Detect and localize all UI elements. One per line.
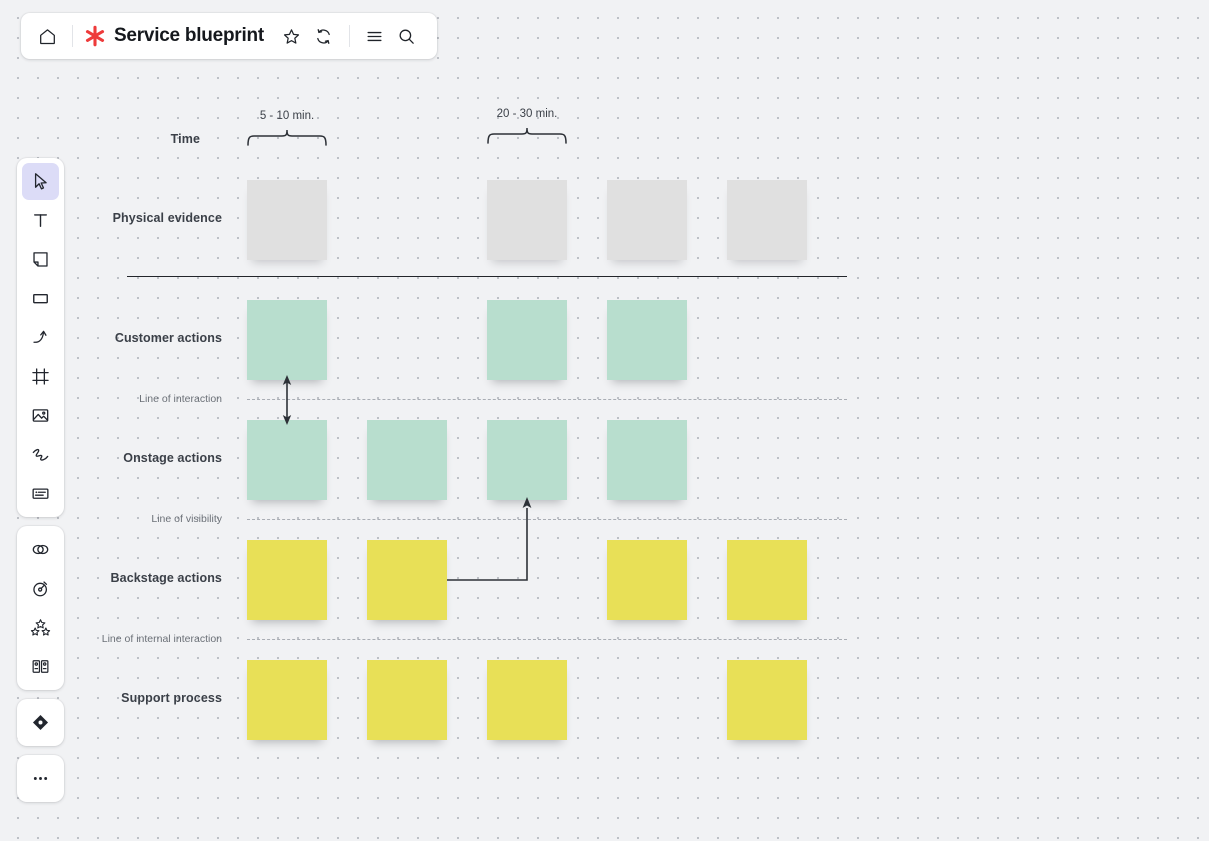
- frame-icon: [30, 366, 51, 387]
- text-tool[interactable]: [22, 202, 59, 239]
- time-span-bracket[interactable]: [247, 128, 327, 146]
- tool-group-apps: [17, 699, 64, 746]
- service-blueprint-app: Time 5 - 10 min. 20 - 30 min. Physical ev…: [0, 0, 1209, 841]
- cards-tool[interactable]: [22, 648, 59, 685]
- sticky-note[interactable]: [367, 660, 447, 740]
- favorite-button[interactable]: [276, 20, 308, 52]
- cursor-arrow-icon: [30, 171, 51, 192]
- voting-tool[interactable]: [22, 609, 59, 646]
- separator-line-internal[interactable]: [247, 639, 847, 640]
- search-icon: [397, 27, 416, 46]
- text-t-icon: [30, 210, 51, 231]
- row-label-backstage-actions: Backstage actions: [111, 571, 222, 585]
- sticky-note[interactable]: [247, 660, 327, 740]
- row-label-physical-evidence: Physical evidence: [113, 211, 222, 225]
- row-label-onstage-actions: Onstage actions: [123, 451, 222, 465]
- left-toolbar: [17, 158, 64, 802]
- asterisk-icon: [82, 23, 108, 49]
- select-tool[interactable]: [22, 163, 59, 200]
- shape-tool[interactable]: [22, 280, 59, 317]
- home-button[interactable]: [31, 20, 63, 52]
- hamburger-menu-icon: [365, 27, 384, 46]
- scribble-pen-icon: [30, 444, 51, 465]
- curved-arrow-icon: [30, 327, 51, 348]
- separator-label-line-of-visibility: Line of visibility: [151, 513, 222, 525]
- separator-line-of-visibility[interactable]: [247, 519, 847, 520]
- sticky-note[interactable]: [607, 420, 687, 500]
- sticky-note[interactable]: [367, 540, 447, 620]
- board-canvas[interactable]: [0, 0, 1209, 841]
- connector-customer-to-onstage[interactable]: [272, 374, 302, 426]
- sticky-note[interactable]: [367, 420, 447, 500]
- sticky-note[interactable]: [487, 180, 567, 260]
- timer-tool[interactable]: [22, 570, 59, 607]
- tool-group-create: [17, 158, 64, 517]
- sticky-note[interactable]: [487, 660, 567, 740]
- sticky-note[interactable]: [607, 180, 687, 260]
- time-span-label: 5 - 10 min.: [260, 110, 314, 122]
- sticky-note-icon: [30, 249, 51, 270]
- separator-label-line-of-interaction: Line of interaction: [139, 393, 222, 405]
- connector-tool[interactable]: [22, 319, 59, 356]
- sticky-note-tool[interactable]: [22, 241, 59, 278]
- sticky-note[interactable]: [247, 180, 327, 260]
- collaboration-tool[interactable]: [22, 531, 59, 568]
- sticky-note[interactable]: [727, 660, 807, 740]
- sticky-note[interactable]: [247, 540, 327, 620]
- ellipsis-icon: [30, 768, 51, 789]
- sync-button[interactable]: [308, 20, 340, 52]
- search-button[interactable]: [391, 20, 423, 52]
- image-tool[interactable]: [22, 397, 59, 434]
- rectangle-icon: [30, 288, 51, 309]
- tool-group-more: [17, 755, 64, 802]
- stars-vote-icon: [30, 617, 51, 638]
- venn-circles-icon: [30, 539, 51, 560]
- document-title[interactable]: Service blueprint: [114, 25, 264, 47]
- diamond-icon: [30, 712, 51, 733]
- stopwatch-icon: [30, 578, 51, 599]
- time-span-label: 20 - 30 min.: [497, 108, 558, 120]
- top-toolbar: Service blueprint: [21, 13, 437, 59]
- comment-card-icon: [30, 483, 51, 504]
- toolbar-divider-1: [72, 25, 73, 47]
- apps-tool[interactable]: [22, 704, 59, 741]
- home-icon: [38, 27, 57, 46]
- row-label-time: Time: [171, 132, 200, 146]
- image-icon: [30, 405, 51, 426]
- tool-group-collaboration: [17, 526, 64, 690]
- more-tools-button[interactable]: [22, 760, 59, 797]
- pen-tool[interactable]: [22, 436, 59, 473]
- sticky-note[interactable]: [487, 420, 567, 500]
- comment-tool[interactable]: [22, 475, 59, 512]
- sticky-note[interactable]: [607, 300, 687, 380]
- separator-evidence-line[interactable]: [127, 276, 847, 277]
- refresh-icon: [314, 27, 333, 46]
- menu-button[interactable]: [359, 20, 391, 52]
- sticky-note[interactable]: [727, 180, 807, 260]
- frame-tool[interactable]: [22, 358, 59, 395]
- connector-backstage-to-onstage[interactable]: [440, 494, 540, 586]
- separator-line-of-interaction[interactable]: [247, 399, 847, 400]
- sticky-note[interactable]: [487, 300, 567, 380]
- card-grid-icon: [30, 656, 51, 677]
- sticky-note[interactable]: [247, 420, 327, 500]
- separator-label-line-internal: Line of internal interaction: [102, 633, 222, 645]
- sticky-note[interactable]: [727, 540, 807, 620]
- row-label-customer-actions: Customer actions: [115, 331, 222, 345]
- star-outline-icon: [282, 27, 301, 46]
- sticky-note[interactable]: [607, 540, 687, 620]
- sticky-note[interactable]: [247, 300, 327, 380]
- row-label-support-process: Support process: [121, 691, 222, 705]
- toolbar-divider-2: [349, 25, 350, 47]
- time-span-bracket[interactable]: [487, 126, 567, 144]
